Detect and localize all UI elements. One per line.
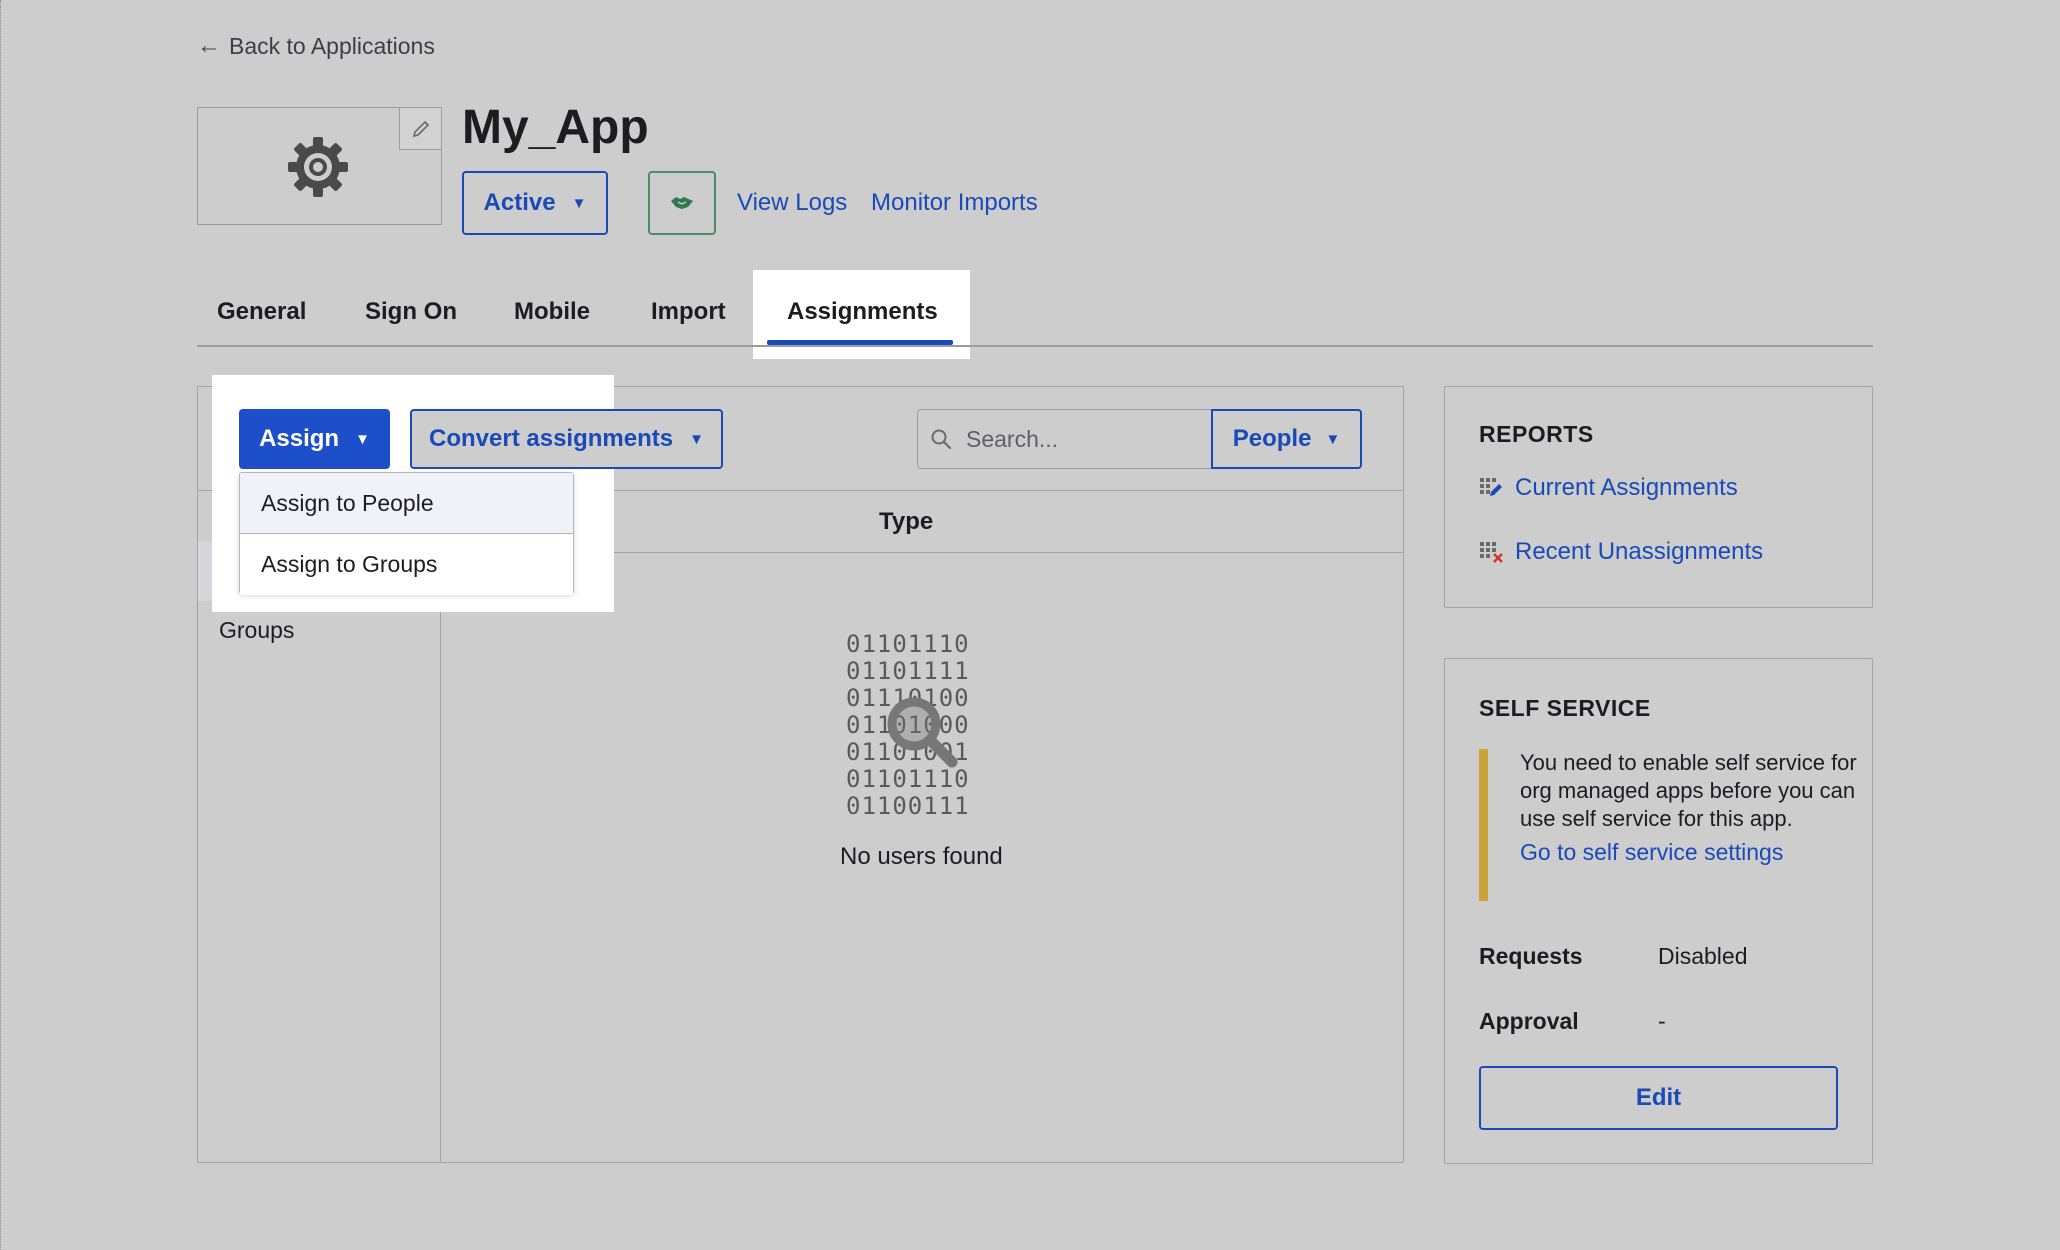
convert-assignments-button[interactable]: Convert assignments ▼ xyxy=(410,409,723,469)
search-type-label: People xyxy=(1232,425,1312,452)
caret-down-icon: ▼ xyxy=(1325,430,1341,448)
assign-dropdown-button[interactable]: Assign ▼ xyxy=(239,409,390,469)
caret-down-icon: ▼ xyxy=(571,194,587,212)
current-assignments-link[interactable]: Current Assignments xyxy=(1479,474,1738,502)
notice-text: You need to enable self service for org … xyxy=(1520,750,1857,831)
caret-down-icon: ▼ xyxy=(689,430,704,448)
back-link-label: Back to Applications xyxy=(229,32,435,59)
active-tab-indicator xyxy=(767,340,953,345)
assign-label: Assign xyxy=(259,425,340,452)
status-dropdown-button[interactable]: Active ▼ xyxy=(462,171,608,235)
search-type-dropdown[interactable]: People ▼ xyxy=(1211,409,1362,469)
self-service-settings-link[interactable]: Go to self service settings xyxy=(1520,839,1849,866)
current-assignments-label: Current Assignments xyxy=(1515,474,1738,501)
type-column-header: Type xyxy=(879,508,934,535)
assign-menu: Assign to People Assign to Groups xyxy=(239,472,574,595)
search-field xyxy=(917,409,1213,469)
report-remove-icon xyxy=(1480,542,1503,563)
back-to-applications-link[interactable]: ← Back to Applications xyxy=(197,32,435,60)
pencil-icon xyxy=(412,120,429,137)
magnifier-icon xyxy=(887,697,958,768)
handshake-icon xyxy=(671,197,693,209)
menu-item-assign-to-people[interactable]: Assign to People xyxy=(240,473,573,534)
recent-unassignments-link[interactable]: Recent Unassignments xyxy=(1479,538,1763,566)
convert-label: Convert assignments xyxy=(429,425,674,452)
tab-sign-on[interactable]: Sign On xyxy=(365,298,457,326)
app-title: My_App xyxy=(462,101,649,154)
view-logs-link[interactable]: View Logs xyxy=(737,189,847,217)
empty-state-message: No users found xyxy=(840,843,1003,870)
recent-unassignments-label: Recent Unassignments xyxy=(1515,538,1764,565)
caret-down-icon: ▼ xyxy=(355,430,370,448)
approval-value: - xyxy=(1658,1008,1666,1034)
gear-icon xyxy=(288,137,348,197)
requests-label: Requests xyxy=(1479,943,1583,969)
filter-item-groups[interactable]: Groups xyxy=(219,617,294,644)
self-service-title: SELF SERVICE xyxy=(1479,695,1651,721)
tab-assignments[interactable]: Assignments xyxy=(787,298,938,326)
page-edge xyxy=(0,0,2,1250)
reports-title: REPORTS xyxy=(1479,421,1594,447)
edit-logo-button[interactable] xyxy=(399,108,441,150)
binary-line: 01101110 xyxy=(846,630,970,658)
app-logo xyxy=(197,107,442,225)
edit-self-service-button[interactable]: Edit xyxy=(1479,1066,1838,1130)
tab-import[interactable]: Import xyxy=(651,298,726,326)
binary-line: 01100111 xyxy=(846,792,970,820)
search-input[interactable] xyxy=(966,425,1166,453)
approval-label: Approval xyxy=(1479,1008,1579,1034)
self-service-notice: You need to enable self service for org … xyxy=(1479,749,1857,901)
search-icon xyxy=(931,429,952,450)
tab-general[interactable]: General xyxy=(217,298,306,326)
menu-item-assign-to-groups[interactable]: Assign to Groups xyxy=(240,534,573,595)
binary-line: 01101111 xyxy=(846,657,970,685)
tab-mobile[interactable]: Mobile xyxy=(514,298,590,326)
provisioning-button[interactable] xyxy=(648,171,716,235)
report-edit-icon xyxy=(1480,478,1502,496)
requests-value: Disabled xyxy=(1658,943,1748,969)
monitor-imports-link[interactable]: Monitor Imports xyxy=(871,189,1038,217)
arrow-left-icon: ← xyxy=(197,32,221,59)
status-label: Active xyxy=(483,189,556,216)
tab-bar: General Sign On Mobile Import Assignment… xyxy=(197,270,1873,347)
